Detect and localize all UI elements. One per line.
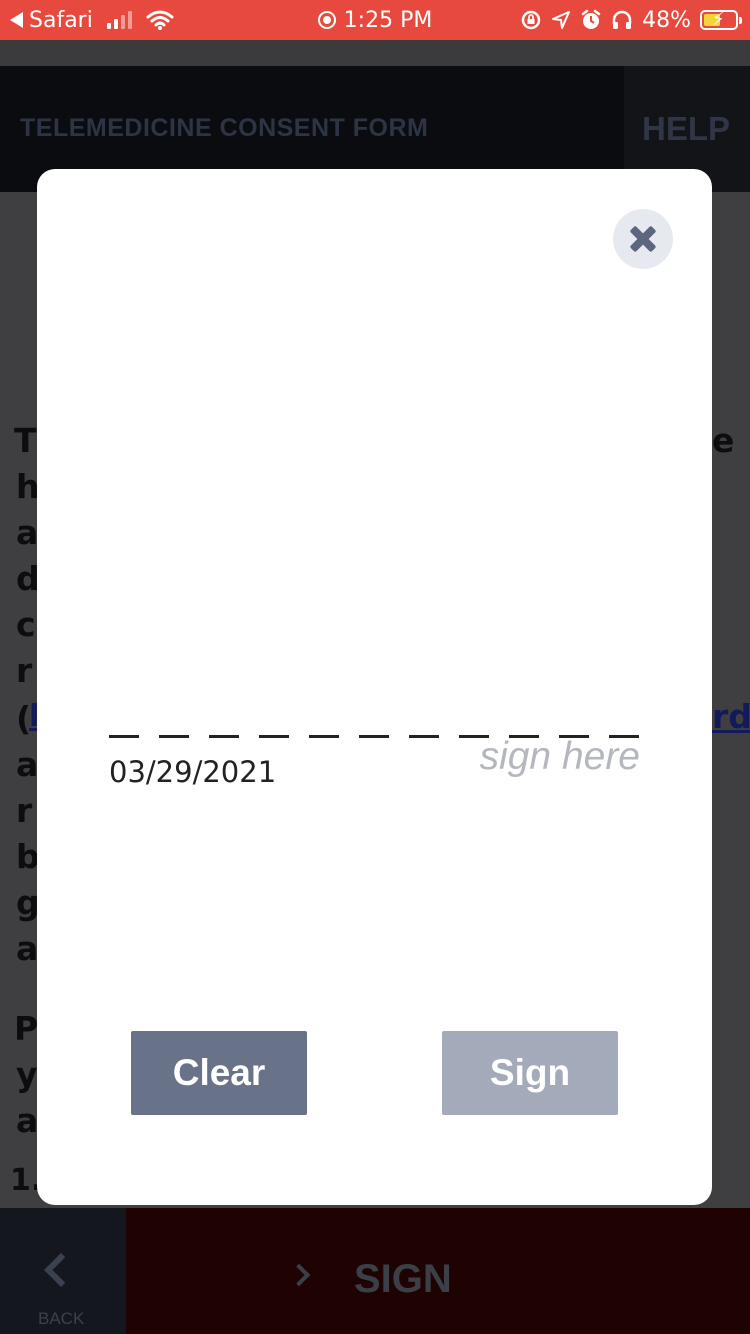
consent-text-fragment: e [712,421,735,460]
consent-text-fragment: a [16,1101,39,1140]
headphones-icon [612,10,632,29]
battery-percent: 48% [642,7,691,33]
wifi-icon [146,10,174,30]
consent-link-fragment[interactable]: rds [712,700,750,733]
consent-text-fragment: c [16,605,36,644]
consent-text-fragment: r [16,791,33,830]
back-button-label: BACK [38,1309,85,1328]
status-bar: Safari 1:25 PM 48% ⚡ [0,0,750,40]
consent-text-fragment: T [14,421,37,460]
consent-text-fragment: P [14,1009,39,1048]
cellular-signal-icon [106,11,132,29]
battery-charging-icon: ⚡ [700,9,742,30]
consent-text-fragment: a [16,745,39,784]
screen-recording-icon [317,11,336,29]
location-arrow-icon [552,11,571,29]
status-bar-left: Safari [10,0,174,40]
browser-strip [0,40,750,66]
consent-text-fragment: a [16,929,39,968]
alarm-icon [581,9,601,29]
consent-text-fragment: h [16,467,40,506]
sign-form-button-label: SIGN [354,1257,452,1301]
consent-text-fragment: a [16,513,39,552]
back-arrow-icon[interactable] [10,12,23,28]
clear-button[interactable]: Clear [131,1031,307,1115]
consent-text-fragment: y [16,1055,38,1094]
consent-text-fragment: r [16,651,33,690]
help-label[interactable]: HELP [642,110,730,148]
close-button[interactable] [613,209,673,269]
close-icon [628,224,658,254]
page-title: TELEMEDICINE CONSENT FORM [20,114,429,142]
signature-date: 03/29/2021 [109,755,277,789]
status-time: 1:25 PM [343,7,433,33]
status-bar-right: 48% ⚡ [520,0,742,40]
sign-button[interactable]: Sign [442,1031,618,1115]
sign-here-hint: sign here [479,735,640,778]
rotation-lock-icon [521,10,541,30]
back-app-label[interactable]: Safari [29,8,93,33]
signature-modal: 03/29/2021 sign here Clear Sign [37,169,712,1205]
